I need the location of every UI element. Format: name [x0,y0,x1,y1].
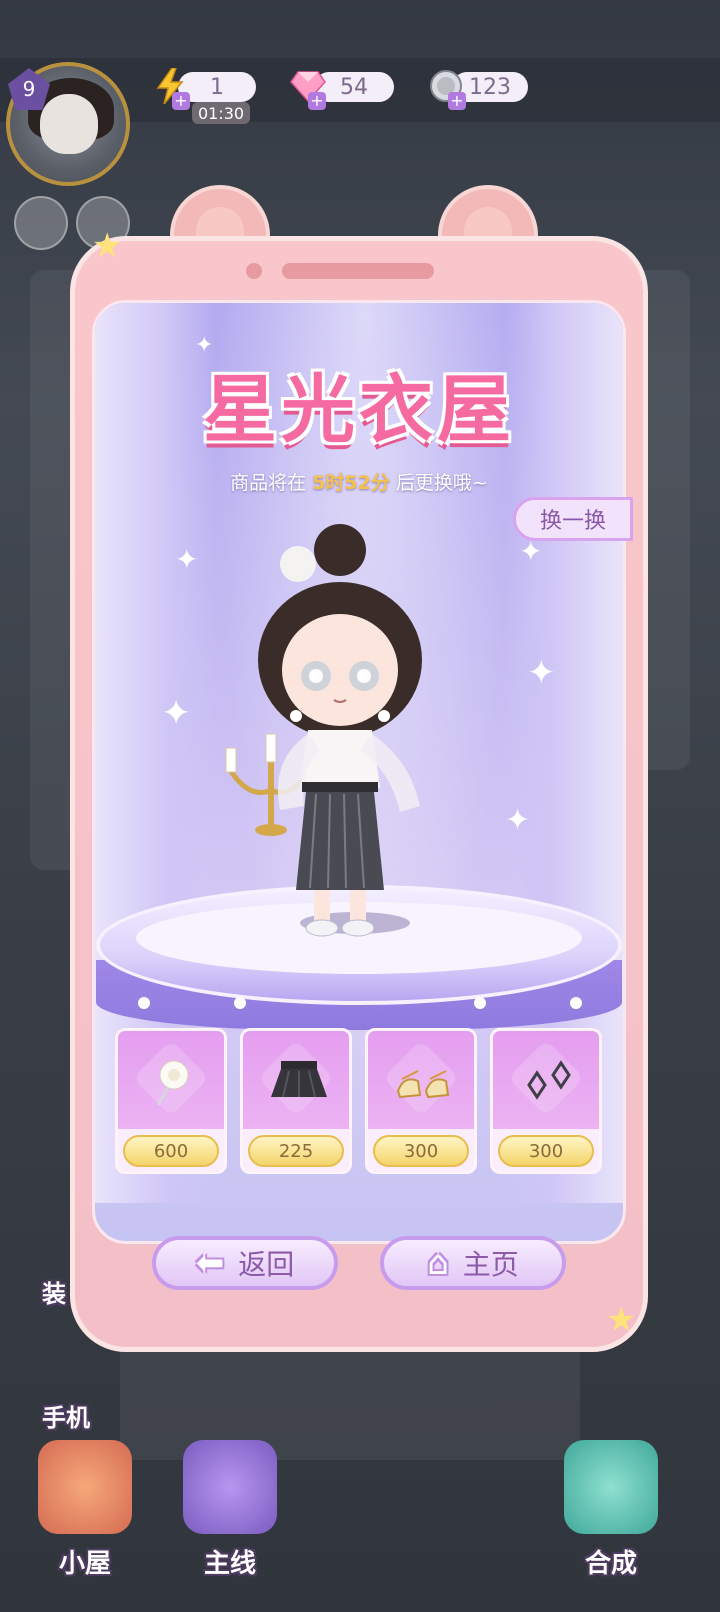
refresh-time: 5时52分 [312,472,390,494]
rose-accessory-icon [156,1060,189,1106]
item-price: 600 [123,1135,219,1167]
shop-item-card[interactable]: 225 [240,1028,352,1174]
coin-add-button[interactable]: + [448,92,466,110]
shop-item-card[interactable]: 600 [115,1028,227,1174]
home-label: 主页 [462,1248,519,1281]
outfit-shortcut[interactable]: 装 [42,1274,66,1309]
story-label: 主线 [203,1549,256,1579]
book-icon [183,1440,277,1534]
skirt-icon [271,1061,327,1098]
stage-light [138,997,150,1009]
item-price: 300 [373,1135,469,1167]
back-label: 返回 [238,1248,295,1281]
dock-house[interactable]: 小屋 [30,1440,140,1580]
refresh-notice: 商品将在 5时52分 后更换哦~ [92,468,626,495]
sparkle-icon: ✦ [175,543,199,576]
diamond-value: 54 [340,74,368,100]
shoes-icon [396,1070,450,1099]
stage-light [570,997,582,1009]
star-sparkle-icon: ★ [92,226,123,266]
energy-timer: 01:30 [192,102,250,124]
dock-story[interactable]: 主线 [175,1440,285,1580]
diamond-counter: 54 [314,72,394,102]
phone-speaker [282,263,434,279]
stage-light [474,997,486,1009]
diamond-add-button[interactable]: + [308,92,326,110]
sparkle-icon: ✦ [527,653,556,693]
energy-value: 1 [210,74,224,100]
home-icon: ⌂ [427,1243,449,1283]
refresh-prefix: 商品将在 [230,472,313,494]
arrow-left-icon: ⬅ [195,1243,225,1283]
house-icon [38,1440,132,1534]
swap-button[interactable]: 换一换 [513,497,633,541]
energy-add-button[interactable]: + [172,92,190,110]
dock-merge[interactable]: 合成 [556,1440,666,1580]
home-button[interactable]: ⌂ 主页 [380,1236,566,1290]
character-model [225,524,422,937]
shop-item-card[interactable]: 300 [490,1028,602,1174]
star-sparkle-icon: ★ [606,1300,637,1340]
house-label: 小屋 [58,1549,111,1579]
merge-label: 合成 [584,1549,637,1579]
shop-title: 星光衣屋 [203,367,515,453]
phone-camera [246,263,262,279]
shop-item-card[interactable]: 300 [365,1028,477,1174]
back-button[interactable]: ⬅ 返回 [152,1236,338,1290]
coin-value: 123 [469,74,511,100]
earrings-icon [527,1060,571,1100]
sparkle-icon: ✦ [505,803,531,838]
refresh-suffix: 后更换哦~ [389,472,488,494]
mail-icon[interactable] [14,196,68,250]
stage-light [234,997,246,1009]
phone-shortcut[interactable]: 手机 [42,1398,90,1433]
sparkle-icon: ✦ [161,693,192,734]
teacup-icon [564,1440,658,1534]
item-price: 225 [248,1135,344,1167]
item-price: 300 [498,1135,594,1167]
